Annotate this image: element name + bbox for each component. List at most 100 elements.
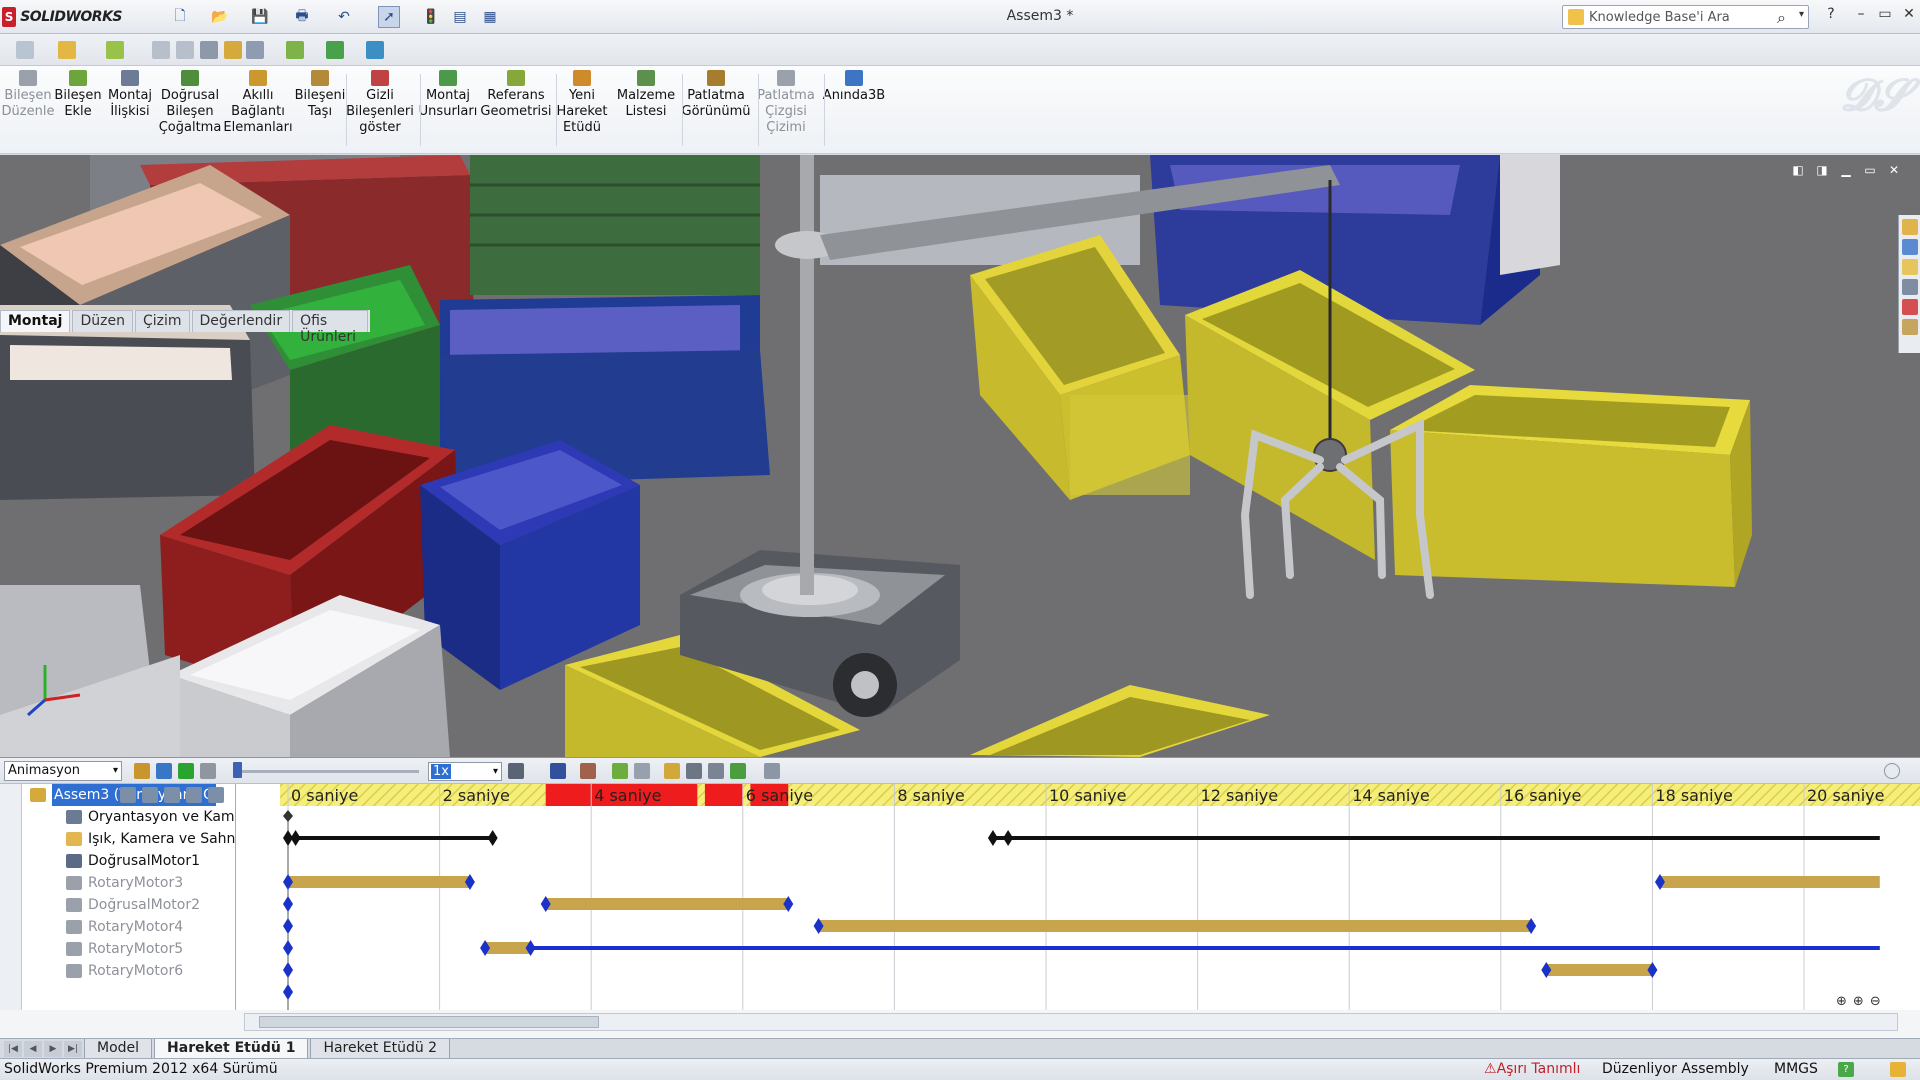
quick-tips-icon[interactable]: ? xyxy=(1838,1062,1854,1077)
collapse-motion-manager-icon[interactable] xyxy=(1884,763,1900,779)
knowledge-base-search[interactable]: Knowledge Base'i Ara ⌕ ▾ xyxy=(1562,5,1809,29)
command-malzeme-listesi-button[interactable]: Malzeme Listesi xyxy=(615,70,677,120)
filter-results-icon[interactable] xyxy=(186,787,202,803)
unit-system[interactable]: MMGS xyxy=(1774,1059,1818,1080)
search-icon[interactable]: ⌕ xyxy=(1777,8,1786,28)
animation-wizard-icon[interactable] xyxy=(580,763,596,779)
tree-item[interactable]: RotaryMotor6 xyxy=(66,960,183,982)
help-button[interactable]: ? xyxy=(1820,6,1842,26)
appearances-icon[interactable] xyxy=(1902,299,1918,315)
solidworks-logo[interactable]: S SOLIDWORKS xyxy=(2,4,122,30)
design-library-icon[interactable] xyxy=(1902,259,1918,275)
tab-ofis-ürünleri[interactable]: Ofis Ürünleri xyxy=(292,310,368,345)
close-button[interactable]: ✕ xyxy=(1898,6,1920,26)
split-icon[interactable]: ◨ xyxy=(1814,163,1830,179)
play-from-start-icon[interactable] xyxy=(156,763,172,779)
print-icon[interactable]: 🖶 xyxy=(292,6,312,28)
over-defined-status[interactable]: ⚠Aşırı Tanımlı xyxy=(1484,1059,1580,1080)
command-montaj-unsurları-button[interactable]: Montaj Unsurları xyxy=(418,70,478,120)
new-icon[interactable] xyxy=(16,41,34,59)
playback-speed-select[interactable]: 1x ▾ xyxy=(428,762,502,781)
document-icon[interactable] xyxy=(58,41,76,59)
filter-selected-icon[interactable] xyxy=(164,787,180,803)
tree-item[interactable]: RotaryMotor3 xyxy=(66,872,183,894)
study-type-select[interactable]: Animasyon ▾ xyxy=(4,761,122,781)
restore-view-icon[interactable]: ▭ xyxy=(1862,163,1878,179)
tree-item[interactable]: RotaryMotor5 xyxy=(66,938,183,960)
add-key-icon[interactable] xyxy=(634,763,650,779)
autokey-icon[interactable] xyxy=(612,763,628,779)
select-pointer-icon[interactable]: ➚ xyxy=(378,6,400,28)
tile-icon[interactable]: ◧ xyxy=(1790,163,1806,179)
rebuild-status-icon[interactable] xyxy=(1890,1062,1906,1077)
play-icon[interactable] xyxy=(178,763,194,779)
playback-slider-thumb[interactable] xyxy=(233,762,242,778)
command-bileşen-düzenle-button[interactable]: Bileşen Düzenle xyxy=(1,70,55,120)
tree-item[interactable]: Işık, Kamera ve Sahne xyxy=(66,828,235,850)
next-tab-icon[interactable]: ▶ xyxy=(44,1040,62,1057)
spring-icon[interactable] xyxy=(686,763,702,779)
command-referans-geometri-button[interactable]: Referans Geometrisi xyxy=(478,70,554,120)
command-bileşen-ekle-button[interactable]: Bileşen Ekle xyxy=(54,70,102,120)
undo-icon[interactable]: ↶ xyxy=(334,6,354,28)
paste-icon[interactable] xyxy=(176,41,194,59)
copy-icon[interactable] xyxy=(152,41,170,59)
lock-icon[interactable] xyxy=(224,41,242,59)
command-anında-3b-button[interactable]: Anında3B xyxy=(817,70,891,104)
study-tab[interactable]: Hareket Etüdü 1 xyxy=(154,1038,309,1059)
chevron-down-icon[interactable]: ▾ xyxy=(1799,9,1804,20)
smart-mate-icon[interactable] xyxy=(286,41,304,59)
command-gizli-bileşenler-button[interactable]: Gizli Bileşenleri göster xyxy=(346,70,414,136)
minimize-button[interactable]: – xyxy=(1850,6,1872,26)
command-montaj-ilişkisi-button[interactable]: Montaj İlişkisi xyxy=(103,70,157,120)
new-document-icon[interactable]: 🗋 xyxy=(170,6,190,28)
resources-icon[interactable] xyxy=(1902,239,1918,255)
tree-item[interactable]: RotaryMotor4 xyxy=(66,916,183,938)
command-doğrusal-çoğaltma-button[interactable]: Doğrusal Bileşen Çoğaltma xyxy=(155,70,225,136)
tab-çizim[interactable]: Çizim xyxy=(134,310,190,332)
component-icon[interactable] xyxy=(106,41,124,59)
graphics-area[interactable]: Montaj Düzen Çizim Değerlendir Ofis Ürünleri… xyxy=(0,155,1920,757)
home-icon[interactable] xyxy=(1902,219,1918,235)
last-tab-icon[interactable]: ▶| xyxy=(64,1040,82,1057)
playback-slider[interactable] xyxy=(237,770,419,773)
filter-driving-icon[interactable] xyxy=(142,787,158,803)
chevron-down-icon[interactable]: ▾ xyxy=(493,763,498,780)
save-animation-icon[interactable] xyxy=(550,763,566,779)
timeline-horizontal-scrollbar[interactable] xyxy=(244,1013,1898,1031)
options-icon[interactable]: ▦ xyxy=(480,6,500,28)
playback-mode-icon[interactable] xyxy=(508,763,524,779)
command-akıllı-bağlantı-button[interactable]: Akıllı Bağlantı Elemanları xyxy=(223,70,293,136)
open-document-icon[interactable]: 📂 xyxy=(210,6,230,28)
prev-tab-icon[interactable]: ◀ xyxy=(24,1040,42,1057)
custom-properties-icon[interactable] xyxy=(1902,319,1918,335)
pattern-icon[interactable] xyxy=(246,41,264,59)
study-tab[interactable]: Hareket Etüdü 2 xyxy=(310,1038,451,1059)
study-tab[interactable]: Model xyxy=(84,1038,153,1059)
scrollbar-thumb[interactable] xyxy=(259,1016,599,1028)
contact-icon[interactable] xyxy=(708,763,724,779)
collapse-tree-icon[interactable] xyxy=(208,787,224,803)
motor-icon[interactable] xyxy=(664,763,680,779)
zoom-out-icon[interactable]: ⊖ xyxy=(1870,994,1881,1009)
timeline-canvas[interactable]: 0 saniye 2 saniye 4 saniye 6 saniye 8 saniye… xyxy=(236,784,1920,1010)
tree-item[interactable]: DoğrusalMotor1 xyxy=(66,850,200,872)
gravity-icon[interactable] xyxy=(730,763,746,779)
zoom-fit-icon[interactable]: ⊕ xyxy=(1836,994,1847,1009)
tree-item[interactable]: Oryantasyon ve Kamer xyxy=(66,806,235,828)
grid-icon[interactable] xyxy=(200,41,218,59)
rotate-icon[interactable] xyxy=(326,41,344,59)
command-patlatma-çizgisi-button[interactable]: Patlatma Çizgisi Çizimi xyxy=(754,70,818,136)
filter-animated-icon[interactable] xyxy=(120,787,136,803)
rebuild-icon[interactable]: 🚦 xyxy=(422,6,439,28)
tree-item[interactable]: DoğrusalMotor2 xyxy=(66,894,200,916)
restore-button[interactable]: ▭ xyxy=(1874,6,1896,26)
first-tab-icon[interactable]: |◀ xyxy=(4,1040,22,1057)
zoom-in-icon[interactable]: ⊕ xyxy=(1853,994,1864,1009)
tab-düzen[interactable]: Düzen xyxy=(72,310,133,332)
calculate-icon[interactable] xyxy=(134,763,150,779)
results-icon[interactable] xyxy=(764,763,780,779)
assembly-scene[interactable] xyxy=(0,155,1920,757)
command-bileşeni-taşı-button[interactable]: Bileşeni Taşı xyxy=(291,70,349,120)
file-properties-icon[interactable]: ▤ xyxy=(450,6,470,28)
